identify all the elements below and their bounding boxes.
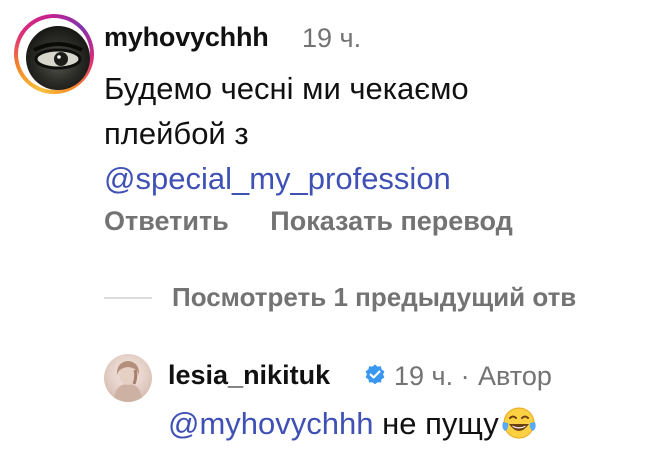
reply-text: @myhovychhh не пущу xyxy=(168,402,537,446)
verified-badge-icon xyxy=(365,364,385,385)
portrait-icon xyxy=(114,361,142,402)
separator-dot: · xyxy=(460,361,470,391)
comment: myhovychhh 19 ч. Будемо чесні ми чекаємо… xyxy=(0,0,657,260)
avatar[interactable] xyxy=(26,26,90,90)
eye-artwork-icon xyxy=(33,42,83,70)
comment-text-line: Будемо чесні ми чекаємо xyxy=(104,71,469,106)
reply-username[interactable]: lesia_nikituk xyxy=(168,360,330,391)
mention-link[interactable]: @special_my_profession xyxy=(104,156,624,201)
comment-timestamp: 19 ч. xyxy=(302,23,362,53)
author-badge: Автор xyxy=(478,361,552,391)
comment-actions: Ответить Показать перевод xyxy=(104,206,513,237)
reply-button[interactable]: Ответить xyxy=(104,206,229,236)
comment-text-line: плейбой з xyxy=(104,116,249,151)
show-translation-button[interactable]: Показать перевод xyxy=(270,206,513,236)
mention-link[interactable]: @myhovychhh xyxy=(168,406,374,441)
comment-username[interactable]: myhovychhh xyxy=(104,22,269,53)
divider xyxy=(104,297,152,299)
story-ring[interactable] xyxy=(14,14,94,94)
comment-text: Будемо чесні ми чекаємо плейбой з @speci… xyxy=(104,66,624,201)
view-previous-replies-label[interactable]: Посмотреть 1 предыдущий отв xyxy=(172,282,576,313)
face-with-tears-of-joy-icon xyxy=(502,407,536,439)
reply-timestamp: 19 ч. · xyxy=(394,361,470,391)
reply-text-content: не пущу xyxy=(373,406,499,441)
reply-avatar[interactable] xyxy=(104,354,152,402)
